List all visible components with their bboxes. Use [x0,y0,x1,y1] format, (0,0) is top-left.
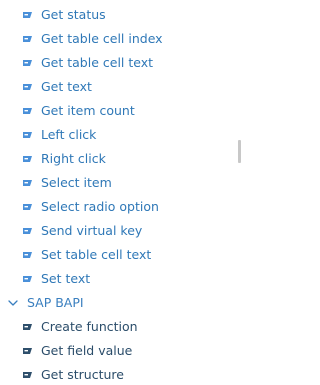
list-item-get-structure[interactable]: Get structure [0,363,236,385]
list-item-label: Send virtual key [41,223,143,238]
list-item-get-status[interactable]: Get status [0,3,236,27]
list-item-label: Get table cell index [41,31,163,46]
group-header-label: SAP BAPI [27,295,84,310]
sap-action-icon [22,10,33,20]
list-item-get-field-value[interactable]: Get field value [0,339,236,363]
list-item-label: Select item [41,175,112,190]
list-item-create-function[interactable]: Create function [0,315,236,339]
group-header-sap-bapi[interactable]: SAP BAPI [0,291,236,315]
sap-action-icon [22,154,33,164]
list-item-left-click[interactable]: Left click [0,123,236,147]
sap-action-icon [22,202,33,212]
list-item-label: Set table cell text [41,247,152,262]
list-item-select-radio-option[interactable]: Select radio option [0,195,236,219]
list-item-label: Get field value [41,343,133,358]
sap-action-icon [22,58,33,68]
sap-action-icon [22,346,33,356]
sap-action-icon [22,370,33,380]
list-item-label: Set text [41,271,91,286]
list-item-label: Get structure [41,367,124,382]
action-list: Get status Get table cell index Get tabl… [0,3,236,385]
list-item-label: Left click [41,127,97,142]
list-item-set-table-cell-text[interactable]: Set table cell text [0,243,236,267]
list-item-label: Get status [41,7,106,22]
chevron-down-icon[interactable] [8,299,18,307]
list-item-label: Get text [41,79,92,94]
list-item-set-text[interactable]: Set text [0,267,236,291]
list-item-get-text[interactable]: Get text [0,75,236,99]
list-item-send-virtual-key[interactable]: Send virtual key [0,219,236,243]
list-item-select-item[interactable]: Select item [0,171,236,195]
sap-action-icon [22,178,33,188]
sap-action-icon [22,250,33,260]
sap-action-icon [22,274,33,284]
list-item-label: Get table cell text [41,55,154,70]
sap-action-icon [22,34,33,44]
scrollbar-thumb[interactable] [238,140,241,163]
list-item-label: Create function [41,319,138,334]
action-list-panel: Get status Get table cell index Get tabl… [0,0,242,385]
sap-action-icon [22,130,33,140]
list-item-get-item-count[interactable]: Get item count [0,99,236,123]
list-item-get-table-cell-index[interactable]: Get table cell index [0,27,236,51]
list-item-right-click[interactable]: Right click [0,147,236,171]
sap-action-icon [22,322,33,332]
list-item-label: Right click [41,151,106,166]
list-item-get-table-cell-text[interactable]: Get table cell text [0,51,236,75]
list-item-label: Get item count [41,103,135,118]
sap-action-icon [22,82,33,92]
list-item-label: Select radio option [41,199,159,214]
sap-action-icon [22,226,33,236]
sap-action-icon [22,106,33,116]
